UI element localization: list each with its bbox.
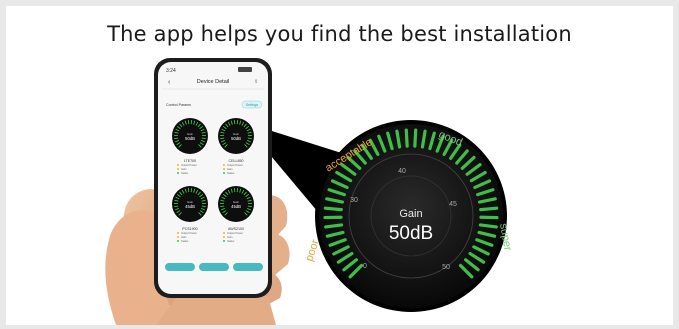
phone-dial-status-dot (177, 168, 179, 170)
phone-bottom-button-2[interactable] (199, 263, 229, 271)
gauge-tick-mark (404, 128, 409, 148)
phone-dial-detail-line: Gain (181, 235, 187, 239)
gauge-tick-mark (479, 206, 499, 212)
phone-dial-value: 50dB (231, 136, 241, 141)
battery-icon (238, 67, 252, 72)
phone-dial-status-dot (223, 232, 225, 234)
phone-dial-band-name: PCS1900 (182, 227, 197, 231)
large-gauge: Gain 50dB 0 30 40 45 50 (315, 120, 507, 312)
gauge-tick-40: 40 (398, 168, 406, 175)
gauge-tick-0: 0 (363, 263, 367, 270)
phone-dial-value: 45dB (185, 204, 195, 209)
gauge-value: 50dB (389, 223, 433, 244)
phone-dial-detail-line: Output Power (181, 231, 197, 235)
phone-dial-status-dot (177, 240, 179, 242)
phone-dial-detail-line: Status (227, 239, 235, 243)
phone-dial-detail-line: Status (181, 239, 189, 243)
phone-dial-detail-line: Status (227, 171, 235, 175)
phone-dial-detail-line: Gain (181, 167, 187, 171)
phone-dial-status-dot (177, 232, 179, 234)
phone-dial-detail-line: Output Power (227, 231, 243, 235)
phone-dial-detail-line: Status (181, 171, 189, 175)
phone-dial-status-dot (177, 172, 179, 174)
gauge-tick-mark (478, 223, 498, 229)
phone-dial-value: 50dB (185, 136, 195, 141)
promo-frame: The app helps you find the best installa… (6, 6, 673, 325)
phone-dial-band-name: AWS2100 (228, 227, 244, 231)
phone-dial-status-dot (223, 168, 225, 170)
phone-dial-status-dot (177, 164, 179, 166)
section-label: Control Params (166, 103, 191, 107)
phone-dial-status-dot (223, 236, 225, 238)
phone-dial-status-dot (177, 236, 179, 238)
phone-dial-status-dot (223, 172, 225, 174)
gauge-tick-45: 45 (449, 201, 457, 208)
phone-bottom-button-1[interactable] (165, 263, 195, 271)
gauge-tick-30: 30 (350, 197, 358, 204)
phone-mockup: 3:24 ‹ Device Detail ⇪ Control Params Se… (154, 58, 272, 298)
phone-status-time: 3:24 (166, 68, 176, 74)
gauge-tick-mark (323, 206, 343, 212)
gauge-tick-mark (324, 223, 344, 229)
illustration: 3:24 ‹ Device Detail ⇪ Control Params Se… (105, 58, 514, 325)
phone-dial-detail-line: Output Power (227, 163, 243, 167)
phone-dial-status-dot (223, 164, 225, 166)
phone-dial-band-name: CELL850 (229, 159, 244, 163)
phone-title: Device Detail (197, 79, 229, 85)
phone-bottom-button-3[interactable] (233, 263, 263, 271)
settings-button-label: Settings (246, 103, 259, 107)
phone-dial-band-name: LTE700 (184, 159, 196, 163)
phone-dial-value: 45dB (231, 204, 241, 209)
phone-dial-status-dot (223, 240, 225, 242)
phone-dial-detail-line: Output Power (181, 163, 197, 167)
gauge-label: Gain (399, 208, 422, 220)
phone-dial-detail-line: Gain (227, 235, 233, 239)
phone-dial-detail-line: Gain (227, 167, 233, 171)
share-icon[interactable]: ⇪ (254, 79, 258, 85)
zone-poor: poor (303, 238, 321, 263)
gauge-tick-mark (413, 128, 418, 148)
gauge-tick-50: 50 (442, 264, 450, 271)
